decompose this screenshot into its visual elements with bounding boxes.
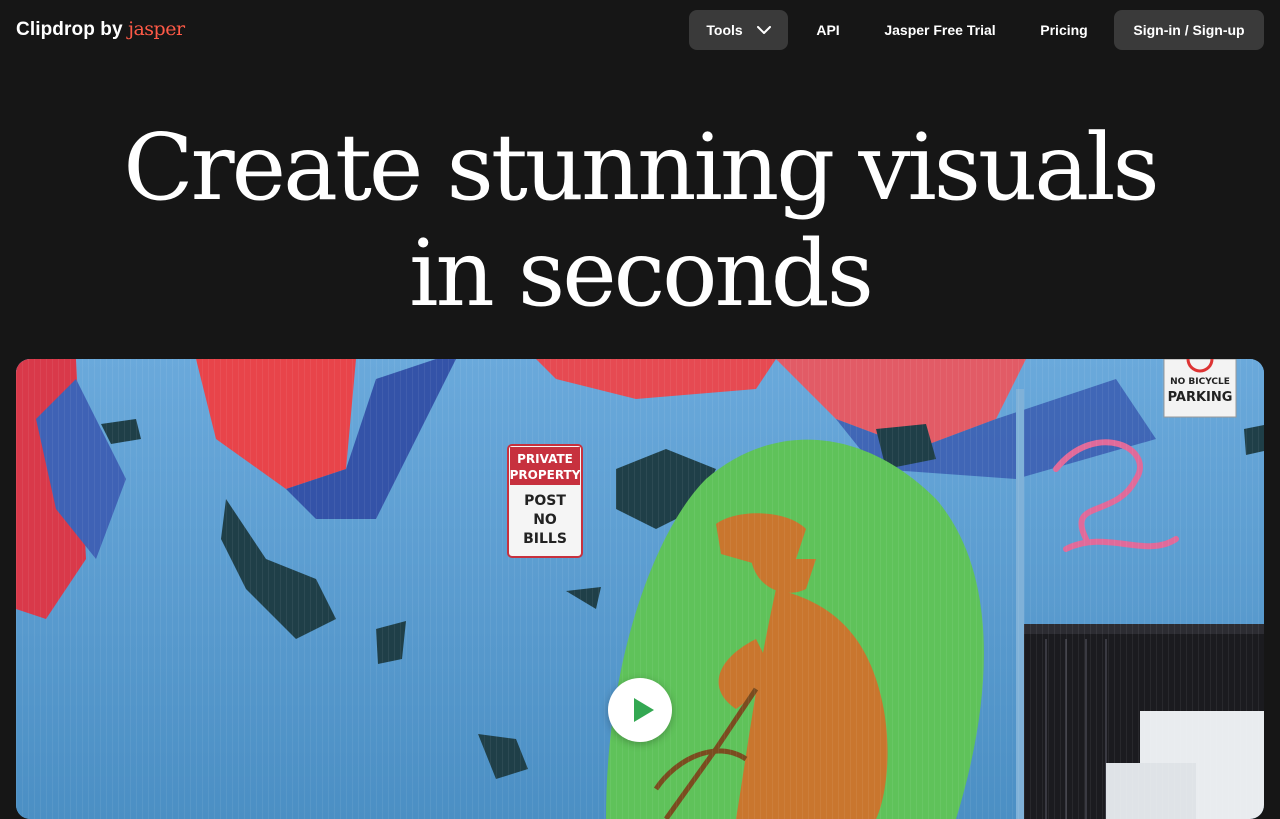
sign-text-bills: BILLS: [523, 531, 567, 547]
chevron-down-icon: [756, 10, 771, 50]
hero-video[interactable]: PRIVATE PROPERTY POST NO BILLS NO BICYCL…: [16, 359, 1264, 819]
hero-headline: Create stunning visuals in seconds: [0, 115, 1280, 327]
play-icon: [634, 698, 654, 722]
sign-text-property: PROPERTY: [510, 468, 581, 482]
tools-menu-button[interactable]: Tools: [689, 10, 788, 50]
hero-line-2: in seconds: [409, 220, 874, 327]
sign-text-private: PRIVATE: [517, 452, 573, 466]
top-navigation: Clipdrop by jasper Tools API Jasper Free…: [0, 0, 1280, 58]
hero-video-frame: PRIVATE PROPERTY POST NO BILLS NO BICYCL…: [16, 359, 1264, 819]
play-button[interactable]: [608, 678, 672, 742]
sign-in-button[interactable]: Sign-in / Sign-up: [1114, 10, 1264, 50]
sign-text-parking: PARKING: [1168, 390, 1233, 405]
sign-text-no: NO: [533, 512, 557, 528]
tools-label: Tools: [706, 22, 743, 38]
main-nav: Tools API Jasper Free Trial Pricing Sign…: [0, 10, 1280, 50]
pricing-link[interactable]: Pricing: [1030, 10, 1098, 50]
hero-line-1: Create stunning visuals: [123, 114, 1159, 221]
api-link[interactable]: API: [806, 10, 850, 50]
sign-text-post: POST: [524, 493, 566, 509]
no-bicycle-parking-sign: NO BICYCLE PARKING: [1163, 359, 1237, 418]
sign-text-no-bicycle: NO BICYCLE: [1170, 377, 1230, 387]
private-property-sign: PRIVATE PROPERTY POST NO BILLS: [507, 444, 583, 558]
jasper-free-trial-link[interactable]: Jasper Free Trial: [876, 10, 1004, 50]
